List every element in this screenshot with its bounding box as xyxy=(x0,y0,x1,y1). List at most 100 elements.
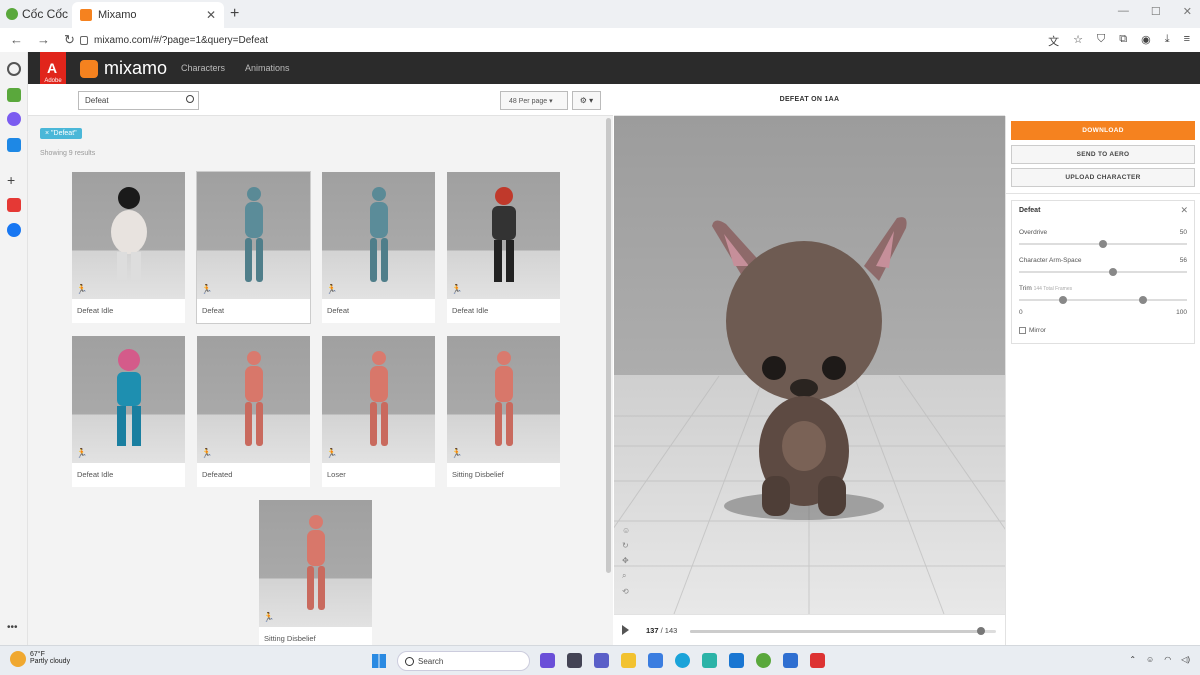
motion-icon: 🏃 xyxy=(201,448,213,458)
close-tab-icon[interactable]: ✕ xyxy=(206,8,216,22)
camera-icon[interactable]: ☺ xyxy=(622,526,630,535)
motion-icon: 🏃 xyxy=(201,284,213,294)
shield-icon[interactable]: ⛉ xyxy=(1097,33,1105,49)
coccoc-app-icon[interactable] xyxy=(756,653,771,668)
maximize-icon[interactable]: ☐ xyxy=(1151,5,1161,18)
task-view-icon[interactable] xyxy=(567,653,582,668)
overdrive-slider[interactable] xyxy=(1019,240,1187,248)
widgets-icon[interactable] xyxy=(540,653,555,668)
teams-icon[interactable] xyxy=(594,653,609,668)
mirror-checkbox[interactable]: Mirror xyxy=(1019,327,1046,334)
trim-end-handle[interactable] xyxy=(1139,296,1147,304)
animation-card[interactable]: 🏃 Defeat Idle xyxy=(72,172,185,323)
settings-title: Defeat xyxy=(1019,207,1041,214)
volume-icon[interactable]: ◁) xyxy=(1181,655,1190,664)
mixamo-app-icon[interactable] xyxy=(702,653,717,668)
playback-bar: 137 / 143 xyxy=(614,614,1005,645)
search-icon[interactable] xyxy=(186,95,194,103)
star-icon[interactable]: ☆ xyxy=(1073,33,1083,49)
forward-icon[interactable]: → xyxy=(37,32,50,48)
reset-view-icon[interactable]: ⟲ xyxy=(622,587,630,596)
play-icon[interactable] xyxy=(622,625,629,635)
viewer-title: DEFEAT ON 1AA xyxy=(614,84,1005,116)
minimize-icon[interactable]: — xyxy=(1118,5,1129,18)
history-icon[interactable] xyxy=(7,62,21,76)
close-window-icon[interactable]: ✕ xyxy=(1183,5,1192,18)
new-tab-button[interactable]: + xyxy=(230,5,239,23)
trim-start-handle[interactable] xyxy=(1059,296,1067,304)
arm-space-handle[interactable] xyxy=(1109,268,1118,276)
zoom-icon[interactable]: ⌕ xyxy=(622,571,630,581)
timeline-slider[interactable] xyxy=(690,627,996,635)
download-button[interactable]: DOWNLOAD xyxy=(1011,121,1195,140)
tray-chevron-icon[interactable]: ⌃ xyxy=(1129,655,1136,664)
mixamo-logo[interactable]: mixamo xyxy=(80,58,167,79)
trim-slider[interactable] xyxy=(1019,296,1187,304)
translate-icon[interactable]: 文 xyxy=(1048,33,1059,49)
send-to-aero-button[interactable]: SEND TO AERO xyxy=(1011,145,1195,164)
address-bar: ← → ↻ mixamo.com/#/?page=1&query=Defeat … xyxy=(0,28,1200,52)
file-explorer-icon[interactable] xyxy=(621,653,636,668)
lock-icon xyxy=(80,35,88,45)
timeline-fill xyxy=(690,630,981,633)
wifi-icon[interactable]: ◠ xyxy=(1164,655,1171,664)
filter-chip[interactable]: × "Defeat" xyxy=(40,128,82,139)
animation-card[interactable]: 🏃 Defeat Idle xyxy=(72,336,185,487)
animation-card[interactable]: 🏃 Sitting Disbelief xyxy=(259,500,372,645)
results-scrollbar[interactable] xyxy=(606,118,611,573)
zalo-icon[interactable] xyxy=(7,138,21,152)
edge-icon[interactable] xyxy=(675,653,690,668)
settings-dropdown-button[interactable]: ⚙ ▾ xyxy=(572,91,601,110)
rotate-icon[interactable]: ↻ xyxy=(622,541,630,550)
motion-icon: 🏃 xyxy=(326,448,338,458)
trim-max: 100 xyxy=(1176,309,1187,316)
messenger-icon[interactable] xyxy=(7,112,21,126)
animation-card[interactable]: 🏃 Defeat xyxy=(322,172,435,323)
upload-character-button[interactable]: UPLOAD CHARACTER xyxy=(1011,168,1195,187)
search-toolbar: 48 Per page ▾ ⚙ ▾ xyxy=(28,84,613,116)
overdrive-handle[interactable] xyxy=(1099,240,1107,248)
per-page-select[interactable]: 48 Per page ▾ xyxy=(500,91,568,110)
animation-card[interactable]: 🏃 Defeat Idle xyxy=(447,172,560,323)
add-sidebar-icon[interactable]: + xyxy=(7,173,21,188)
url-field[interactable]: mixamo.com/#/?page=1&query=Defeat xyxy=(80,35,268,46)
snipping-icon[interactable] xyxy=(810,653,825,668)
facebook-icon[interactable] xyxy=(7,223,21,237)
checkbox-icon xyxy=(1019,327,1026,334)
reload-icon[interactable]: ↻ xyxy=(64,32,75,48)
timeline-handle[interactable] xyxy=(976,627,985,635)
animation-thumbnail: 🏃 xyxy=(72,172,185,299)
animation-card[interactable]: 🏃 Sitting Disbelief xyxy=(447,336,560,487)
download-icon[interactable]: ⤓ xyxy=(1165,33,1170,49)
weather-widget[interactable]: 67°F Partly cloudy xyxy=(10,651,70,667)
browser-tab-mixamo[interactable]: Mixamo ✕ xyxy=(72,2,224,28)
animation-card[interactable]: 🏃 Defeat xyxy=(197,172,310,323)
notepad-icon[interactable] xyxy=(783,653,798,668)
extensions-icon[interactable]: ⧉ xyxy=(1119,33,1127,49)
taskbar-search[interactable]: Search xyxy=(397,651,530,671)
youtube-icon[interactable] xyxy=(7,198,21,212)
nav-characters[interactable]: Characters xyxy=(181,63,225,73)
animation-card[interactable]: 🏃 Loser xyxy=(322,336,435,487)
browser-sidebar: + ••• xyxy=(0,52,28,645)
more-icon[interactable]: ••• xyxy=(7,622,21,636)
search-input[interactable] xyxy=(78,91,199,110)
browser-brand: Cốc Cốc xyxy=(6,7,68,21)
3d-viewport[interactable]: ☺ ↻ ✥ ⌕ ⟲ xyxy=(614,116,1005,614)
back-icon[interactable]: ← xyxy=(10,32,23,48)
windows-start-icon[interactable] xyxy=(372,654,386,668)
animation-card[interactable]: 🏃 Defeated xyxy=(197,336,310,487)
nav-animations[interactable]: Animations xyxy=(245,63,290,73)
messenger-app-icon[interactable] xyxy=(729,653,744,668)
animation-thumbnail: 🏃 xyxy=(259,500,372,627)
arm-space-label: Character Arm-Space xyxy=(1019,257,1082,264)
arm-space-slider[interactable] xyxy=(1019,268,1187,276)
pan-icon[interactable]: ✥ xyxy=(622,556,630,565)
people-icon[interactable]: ☺ xyxy=(1146,655,1154,664)
profile-icon[interactable]: ◉ xyxy=(1141,33,1151,49)
close-settings-icon[interactable]: ✕ xyxy=(1180,205,1188,216)
windows-taskbar: 67°F Partly cloudy Search ⌃ ☺ ◠ ◁) xyxy=(0,645,1200,675)
menu-icon[interactable]: ≡ xyxy=(1184,33,1190,49)
store-icon[interactable] xyxy=(648,653,663,668)
ai-icon[interactable] xyxy=(7,88,21,102)
